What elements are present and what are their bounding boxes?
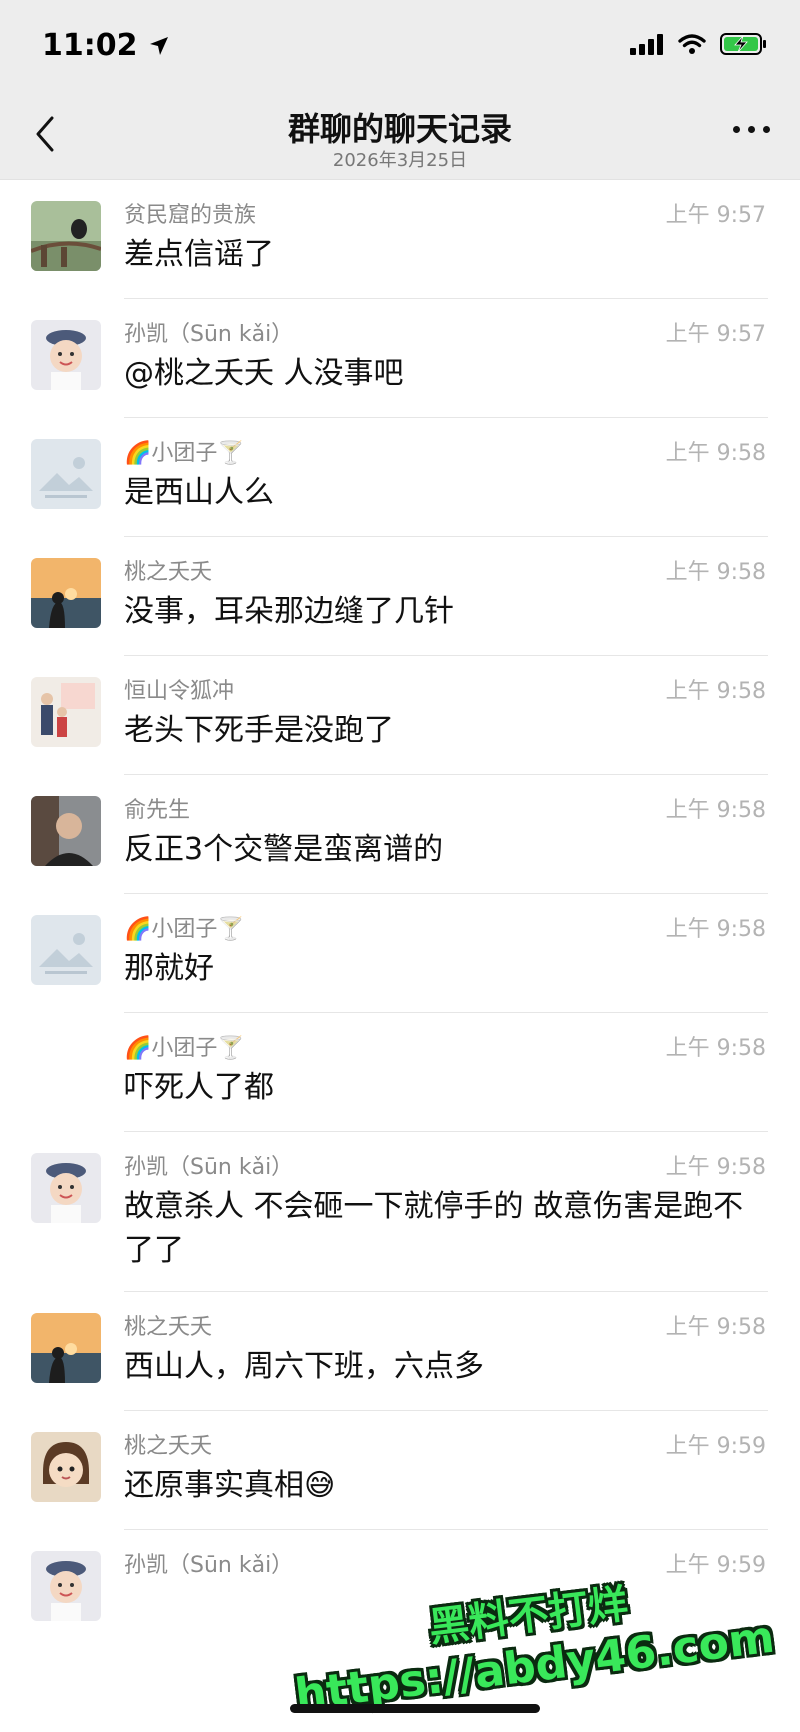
message-item[interactable]: 恒山令狐冲 上午 9:58 老头下死手是没跑了 — [0, 656, 800, 775]
message-time: 上午 9:58 — [665, 798, 766, 823]
message-sender: 俞先生 — [124, 798, 191, 823]
signal-icon — [630, 34, 663, 55]
message-item[interactable]: 桃之夭夭 上午 9:58 西山人，周六下班，六点多 — [0, 1292, 800, 1411]
message-item[interactable]: 🌈小团子🍸 上午 9:58 吓死人了都 — [0, 1013, 800, 1132]
message-item[interactable]: 桃之夭夭 上午 9:59 还原事实真相😅 — [0, 1411, 800, 1530]
status-indicators — [630, 32, 768, 56]
message-sender: 桃之夭夭 — [124, 1315, 213, 1340]
more-dot-icon — [733, 126, 740, 133]
message-time: 上午 9:57 — [665, 322, 766, 347]
message-sender: 孙凯（Sūn kǎi） — [124, 1553, 294, 1578]
message-sender: 🌈小团子🍸 — [124, 917, 245, 942]
page-subtitle-date: 2026年3月25日 — [332, 150, 468, 171]
page-title: 群聊的聊天记录 — [287, 110, 512, 148]
battery-charging-icon — [720, 33, 766, 55]
message-item[interactable]: 孙凯（Sūn kǎi） 上午 9:58 故意杀人 不会砸一下就停手的 故意伤害是跑不… — [0, 1132, 800, 1292]
sunset-avatar[interactable] — [31, 558, 101, 628]
placeholder-avatar[interactable] — [31, 915, 101, 985]
message-text: 没事，耳朵那边缝了几针 — [124, 594, 454, 629]
message-time: 上午 9:59 — [665, 1434, 766, 1459]
more-dot-icon — [763, 126, 770, 133]
message-text: 是西山人么 — [124, 475, 274, 510]
message-item[interactable]: 🌈小团子🍸 上午 9:58 是西山人么 — [0, 418, 800, 537]
message-text: 老头下死手是没跑了 — [124, 713, 394, 748]
man-avatar[interactable] — [31, 796, 101, 866]
message-sender: 贫民窟的贵族 — [124, 203, 257, 228]
message-time: 上午 9:58 — [665, 441, 766, 466]
message-time: 上午 9:57 — [665, 203, 766, 228]
message-time: 上午 9:58 — [665, 917, 766, 942]
family-avatar[interactable] — [31, 677, 101, 747]
message-time: 上午 9:58 — [665, 1036, 766, 1061]
message-text: 西山人，周六下班，六点多 — [124, 1349, 484, 1384]
baby-avatar[interactable] — [31, 1551, 101, 1621]
baby-avatar[interactable] — [31, 1153, 101, 1223]
wifi-icon — [678, 34, 706, 54]
message-sender: 孙凯（Sūn kǎi） — [124, 1155, 294, 1180]
message-time: 上午 9:58 — [665, 1315, 766, 1340]
message-text: 吓死人了都 — [124, 1070, 274, 1105]
placeholder-avatar[interactable] — [31, 439, 101, 509]
message-time: 上午 9:58 — [665, 1155, 766, 1180]
sunset-avatar[interactable] — [31, 1313, 101, 1383]
message-time: 上午 9:58 — [665, 679, 766, 704]
message-item[interactable]: 🌈小团子🍸 上午 9:58 那就好 — [0, 894, 800, 1013]
status-bar: 11:02 — [0, 0, 800, 96]
baby-avatar[interactable] — [31, 320, 101, 390]
message-item[interactable]: 俞先生 上午 9:58 反正3个交警是蛮离谱的 — [0, 775, 800, 894]
message-item[interactable]: 桃之夭夭 上午 9:58 没事，耳朵那边缝了几针 — [0, 537, 800, 656]
message-sender: 桃之夭夭 — [124, 1434, 213, 1459]
status-time: 11:02 — [42, 28, 170, 63]
message-list[interactable]: 贫民窟的贵族 上午 9:57 差点信谣了 孙凯（Sūn kǎi） 上午 9:57 @桃之夭… — [0, 180, 800, 1650]
message-sender: 孙凯（Sūn kǎi） — [124, 322, 294, 347]
home-indicator[interactable] — [290, 1704, 540, 1713]
message-text: 反正3个交警是蛮离谱的 — [124, 832, 444, 867]
nav-bar: 群聊的聊天记录 2026年3月25日 — [0, 96, 800, 180]
message-sender: 桃之夭夭 — [124, 560, 213, 585]
message-text: 差点信谣了 — [124, 237, 274, 272]
message-text: 还原事实真相😅 — [124, 1468, 336, 1503]
message-item[interactable]: 孙凯（Sūn kǎi） 上午 9:57 @桃之夭夭 人没事吧 — [0, 299, 800, 418]
more-button[interactable] — [733, 126, 770, 133]
message-time: 上午 9:58 — [665, 560, 766, 585]
message-sender: 恒山令狐冲 — [124, 679, 235, 704]
message-item[interactable]: 贫民窟的贵族 上午 9:57 差点信谣了 — [0, 180, 800, 299]
location-arrow-icon — [149, 36, 168, 55]
status-time-text: 11:02 — [42, 28, 138, 63]
message-text: 故意杀人 不会砸一下就停手的 故意伤害是跑不了了 — [124, 1189, 744, 1268]
message-text: 那就好 — [124, 951, 214, 986]
more-dot-icon — [748, 126, 755, 133]
message-sender: 🌈小团子🍸 — [124, 1036, 245, 1061]
message-text: @桃之夭夭 人没事吧 — [124, 356, 404, 391]
cartoon-avatar[interactable] — [31, 1432, 101, 1502]
message-sender: 🌈小团子🍸 — [124, 441, 245, 466]
bird-avatar[interactable] — [31, 201, 101, 271]
